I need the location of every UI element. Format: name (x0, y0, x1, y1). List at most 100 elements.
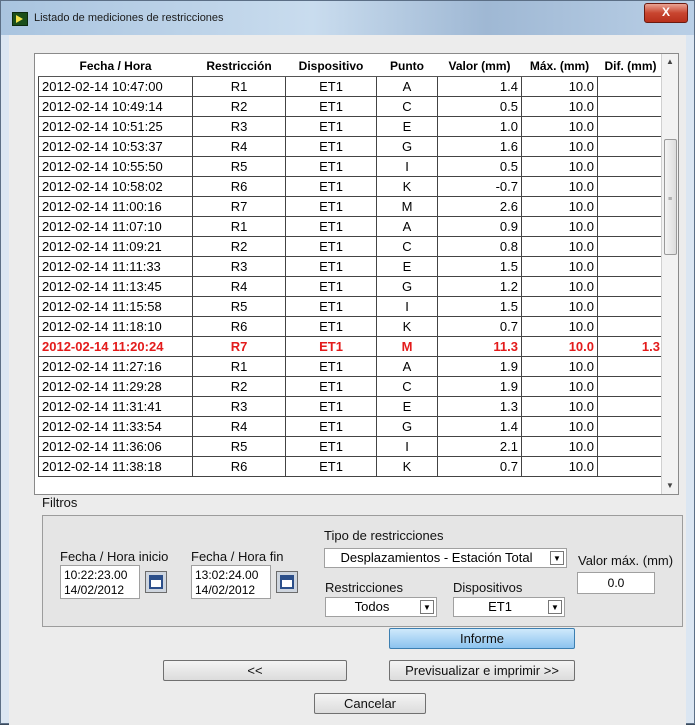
column-header[interactable]: Restricción (192, 55, 286, 77)
column-header[interactable]: Fecha / Hora (38, 55, 193, 77)
column-header[interactable]: Punto (376, 55, 438, 77)
chevron-down-icon[interactable]: ▼ (550, 551, 564, 565)
row-diff-cell (597, 276, 664, 297)
column-header[interactable]: Dif. (mm) (597, 55, 664, 77)
close-button[interactable]: X (644, 3, 688, 23)
table-row[interactable]: 2012-02-14 10:53:37 R4 ET1 G 1.6 10.0 (38, 136, 664, 157)
client-area: Fecha / Hora Restricción Dispositivo Pun… (9, 35, 686, 725)
row-datetime-cell: 2012-02-14 11:15:58 (38, 296, 193, 317)
chevron-down-icon[interactable]: ▼ (548, 600, 562, 614)
row-device-cell: ET1 (285, 336, 377, 357)
measurements-table[interactable]: Fecha / Hora Restricción Dispositivo Pun… (34, 53, 679, 495)
row-value-cell: 1.5 (437, 296, 522, 317)
row-point-cell: E (376, 396, 438, 417)
table-row[interactable]: 2012-02-14 11:31:41 R3 ET1 E 1.3 10.0 (38, 396, 664, 417)
row-diff-cell (597, 376, 664, 397)
vertical-scrollbar[interactable]: ▲ ≡ ▼ (661, 54, 678, 494)
row-datetime-cell: 2012-02-14 11:20:24 (38, 336, 193, 357)
start-datetime-field[interactable]: 10:22:23.00 14/02/2012 (60, 565, 140, 599)
table-row[interactable]: 2012-02-14 11:33:54 R4 ET1 G 1.4 10.0 (38, 416, 664, 437)
table-row[interactable]: 2012-02-14 11:29:28 R2 ET1 C 1.9 10.0 (38, 376, 664, 397)
row-device-cell: ET1 (285, 196, 377, 217)
row-datetime-cell: 2012-02-14 11:33:54 (38, 416, 193, 437)
report-button[interactable]: Informe (389, 628, 575, 649)
row-value-cell: 1.9 (437, 356, 522, 377)
row-value-cell: -0.7 (437, 176, 522, 197)
row-restriction-cell: R4 (192, 136, 286, 157)
row-restriction-cell: R3 (192, 396, 286, 417)
row-datetime-cell: 2012-02-14 11:11:33 (38, 256, 193, 277)
table-row[interactable]: 2012-02-14 10:55:50 R5 ET1 I 0.5 10.0 (38, 156, 664, 177)
table-row[interactable]: 2012-02-14 11:15:58 R5 ET1 I 1.5 10.0 (38, 296, 664, 317)
calendar-icon (280, 575, 294, 589)
scroll-down-icon[interactable]: ▼ (662, 478, 678, 494)
row-value-cell: 0.5 (437, 156, 522, 177)
start-date-value: 14/02/2012 (64, 583, 125, 597)
row-point-cell: G (376, 276, 438, 297)
table-row[interactable]: 2012-02-14 11:38:18 R6 ET1 K 0.7 10.0 (38, 456, 664, 477)
row-datetime-cell: 2012-02-14 10:55:50 (38, 156, 193, 177)
table-row[interactable]: 2012-02-14 11:13:45 R4 ET1 G 1.2 10.0 (38, 276, 664, 297)
preview-print-button[interactable]: Previsualizar e imprimir >> (389, 660, 575, 681)
row-point-cell: M (376, 336, 438, 357)
max-value-input[interactable]: 0.0 (577, 572, 655, 594)
restrictions-select[interactable]: Todos ▼ (325, 597, 437, 617)
row-datetime-cell: 2012-02-14 10:51:25 (38, 116, 193, 137)
row-device-cell: ET1 (285, 376, 377, 397)
column-header[interactable]: Valor (mm) (437, 55, 522, 77)
start-calendar-button[interactable] (145, 571, 167, 593)
table-row[interactable]: 2012-02-14 11:07:10 R1 ET1 A 0.9 10.0 (38, 216, 664, 237)
table-row[interactable]: 2012-02-14 10:47:00 R1 ET1 A 1.4 10.0 (38, 76, 664, 97)
row-datetime-cell: 2012-02-14 11:18:10 (38, 316, 193, 337)
row-datetime-cell: 2012-02-14 11:31:41 (38, 396, 193, 417)
column-header[interactable]: Dispositivo (285, 55, 377, 77)
scroll-thumb[interactable]: ≡ (664, 139, 677, 255)
row-diff-cell (597, 176, 664, 197)
table-row[interactable]: 2012-02-14 10:51:25 R3 ET1 E 1.0 10.0 (38, 116, 664, 137)
scroll-up-icon[interactable]: ▲ (662, 54, 678, 70)
back-button[interactable]: << (163, 660, 347, 681)
devices-select[interactable]: ET1 ▼ (453, 597, 565, 617)
type-select-value: Desplazamientos - Estación Total (340, 550, 533, 565)
row-max-cell: 10.0 (521, 176, 598, 197)
row-restriction-cell: R2 (192, 96, 286, 117)
type-select[interactable]: Desplazamientos - Estación Total ▼ (324, 548, 567, 568)
row-diff-cell (597, 76, 664, 97)
table-row[interactable]: 2012-02-14 11:11:33 R3 ET1 E 1.5 10.0 (38, 256, 664, 277)
row-restriction-cell: R2 (192, 236, 286, 257)
table-row[interactable]: 2012-02-14 11:09:21 R2 ET1 C 0.8 10.0 (38, 236, 664, 257)
start-date-label: Fecha / Hora inicio (60, 549, 169, 564)
table-row[interactable]: 2012-02-14 10:58:02 R6 ET1 K -0.7 10.0 (38, 176, 664, 197)
row-value-cell: 2.1 (437, 436, 522, 457)
row-datetime-cell: 2012-02-14 11:07:10 (38, 216, 193, 237)
dialog-window: Listado de mediciones de restricciones X… (0, 0, 695, 725)
row-value-cell: 1.6 (437, 136, 522, 157)
table-row[interactable]: 2012-02-14 11:27:16 R1 ET1 A 1.9 10.0 (38, 356, 664, 377)
row-point-cell: I (376, 156, 438, 177)
row-restriction-cell: R6 (192, 176, 286, 197)
cancel-button[interactable]: Cancelar (314, 693, 426, 714)
calendar-icon (149, 575, 163, 589)
row-device-cell: ET1 (285, 456, 377, 477)
end-datetime-field[interactable]: 13:02:24.00 14/02/2012 (191, 565, 271, 599)
table-row[interactable]: 2012-02-14 11:00:16 R7 ET1 M 2.6 10.0 (38, 196, 664, 217)
row-datetime-cell: 2012-02-14 10:47:00 (38, 76, 193, 97)
row-restriction-cell: R5 (192, 156, 286, 177)
column-header[interactable]: Máx. (mm) (521, 55, 598, 77)
end-calendar-button[interactable] (276, 571, 298, 593)
table-row[interactable]: 2012-02-14 11:18:10 R6 ET1 K 0.7 10.0 (38, 316, 664, 337)
table-row[interactable]: 2012-02-14 11:20:24 R7 ET1 M 11.3 10.0 1.3 (38, 336, 664, 357)
table-row[interactable]: 2012-02-14 11:36:06 R5 ET1 I 2.1 10.0 (38, 436, 664, 457)
row-device-cell: ET1 (285, 116, 377, 137)
row-point-cell: C (376, 96, 438, 117)
row-max-cell: 10.0 (521, 116, 598, 137)
table-row[interactable]: 2012-02-14 10:49:14 R2 ET1 C 0.5 10.0 (38, 96, 664, 117)
row-restriction-cell: R7 (192, 336, 286, 357)
row-device-cell: ET1 (285, 296, 377, 317)
row-value-cell: 2.6 (437, 196, 522, 217)
chevron-down-icon[interactable]: ▼ (420, 600, 434, 614)
row-diff-cell (597, 156, 664, 177)
row-max-cell: 10.0 (521, 136, 598, 157)
row-datetime-cell: 2012-02-14 11:00:16 (38, 196, 193, 217)
row-point-cell: A (376, 356, 438, 377)
